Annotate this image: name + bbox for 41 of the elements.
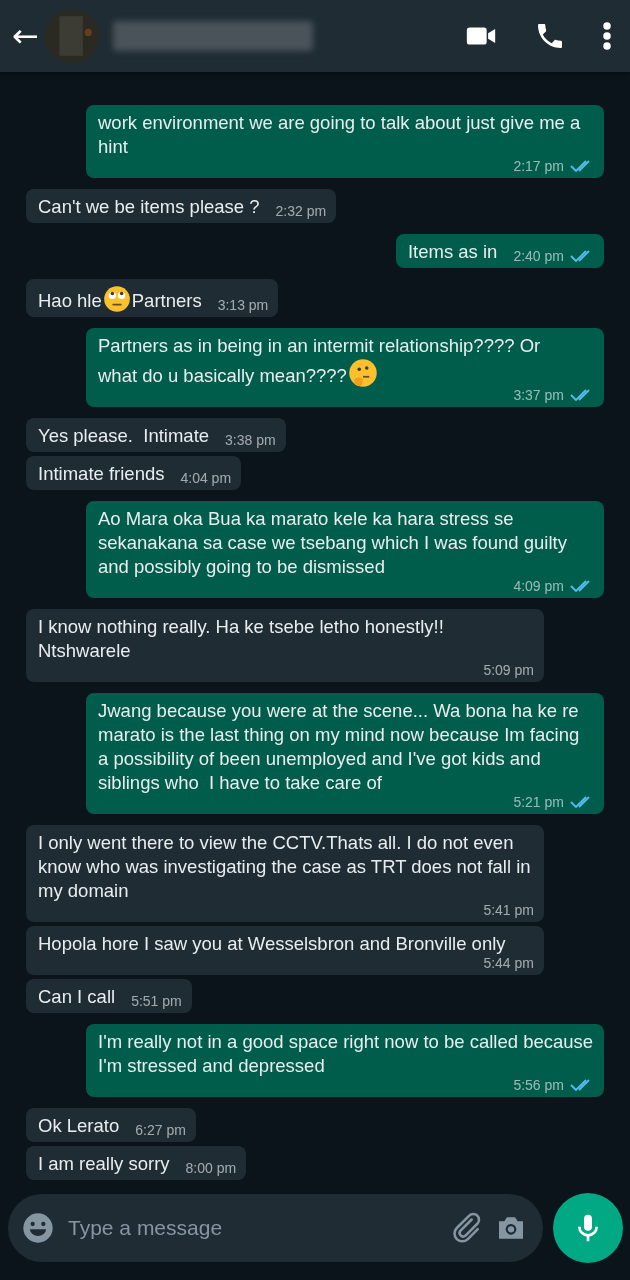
- message-time: 3:38 pm: [225, 432, 276, 448]
- message-text: Hopola hore I saw you at Wesselsbron and Bronville only: [38, 932, 506, 956]
- message-time: 6:27 pm: [135, 1122, 186, 1138]
- message-time: 2:17 pm: [513, 158, 564, 174]
- message-time: 5:56 pm: [513, 1077, 564, 1093]
- message-text: I only went there to view the CCTV.Thats all. I do not even know who was investigating the case as TRT does not fall in my domain: [38, 831, 532, 903]
- message-time: 2:32 pm: [275, 203, 327, 219]
- message-time: 5:21 pm: [513, 794, 564, 810]
- message-time: 2:40 pm: [513, 248, 564, 264]
- message-text: Jwang because you were at the scene... Wa bona ha ke re marato is the last thing on my mind now because Im facing a possibility of been unemployed and I've got kids and siblings who I have to take care of: [98, 699, 581, 795]
- message-text: Items as in: [407, 240, 498, 264]
- message-text: Can I call: [38, 985, 116, 1009]
- message-text: Hao hle: [38, 289, 102, 313]
- message-text: Can't we be items please ?: [38, 195, 260, 219]
- message-text: work environment we are going to talk about just give me a hint: [98, 111, 582, 159]
- message-text: what do u basically mean????: [98, 364, 347, 388]
- message-time: 5:51 pm: [131, 993, 182, 1009]
- message-text: I'm really not in a good space right now to be called because I'm stressed and depressed: [98, 1030, 594, 1078]
- message-text: Partners as in being in an intermit relationship???? Or: [98, 334, 541, 358]
- message-time: 8:00 pm: [185, 1160, 237, 1176]
- message-text: Yes please. Intimate: [38, 424, 210, 448]
- message-text: Ok Lerato: [38, 1114, 120, 1138]
- message-text: I know nothing really. Ha ke tsebe letho honestly!! Ntshwarele: [38, 615, 445, 663]
- message-text: I am really sorry: [38, 1152, 170, 1176]
- thinking-emoji-icon: [347, 358, 378, 388]
- eye-roll-emoji-icon: [102, 285, 131, 313]
- message-time: 3:13 pm: [217, 297, 269, 313]
- message-time: 5:41 pm: [483, 902, 534, 918]
- input-bar[interactable]: Type a message: [8, 1194, 543, 1262]
- message-text: Partners: [131, 289, 202, 313]
- message-text: Ao Mara oka Bua ka marato kele ka hara stress se sekanakana sa case we tsebang which I was found guilty and possibly going to be dismissed: [98, 507, 568, 579]
- back-button[interactable]: ←: [8, 20, 43, 52]
- message-input[interactable]: Type a message: [66, 1215, 437, 1241]
- message-time: 4:09 pm: [513, 578, 564, 594]
- message-text: Intimate friends: [38, 462, 165, 486]
- message-time: 3:37 pm: [513, 387, 564, 403]
- message-time: 5:09 pm: [483, 662, 534, 678]
- emoji-icon[interactable]: [22, 1212, 54, 1244]
- message-time: 5:44 pm: [483, 955, 534, 971]
- message-time: 4:04 pm: [180, 470, 232, 486]
- menu-icon[interactable]: [602, 21, 612, 51]
